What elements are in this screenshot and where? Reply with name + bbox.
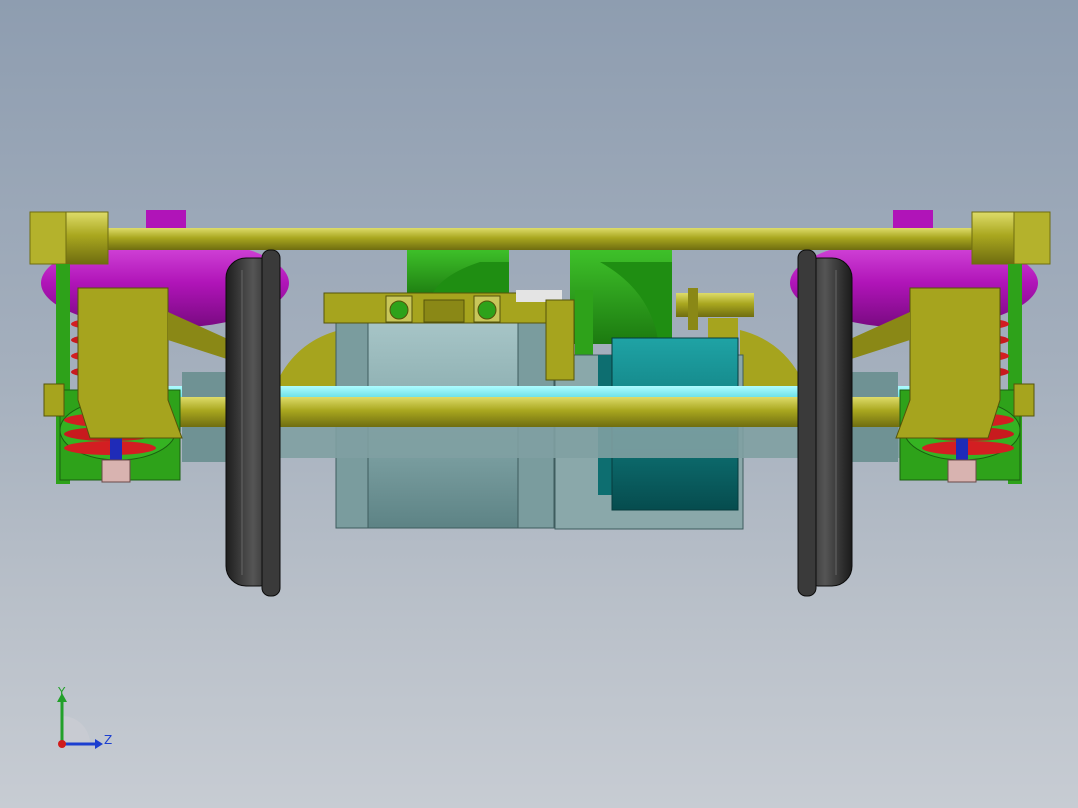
wheel-right[interactable] — [797, 249, 853, 597]
wheel-left[interactable] — [225, 249, 281, 597]
z-axis-label: Z — [104, 733, 112, 747]
y-axis-label: Y — [57, 685, 66, 699]
axis-triad[interactable]: Y Z — [40, 684, 130, 754]
bogie-model[interactable] — [0, 0, 1078, 808]
x-axis-origin — [58, 740, 66, 748]
cad-viewport[interactable]: Y Z — [0, 0, 1078, 808]
triad-plane-shade — [62, 716, 90, 744]
z-axis-arrowhead — [95, 739, 103, 749]
